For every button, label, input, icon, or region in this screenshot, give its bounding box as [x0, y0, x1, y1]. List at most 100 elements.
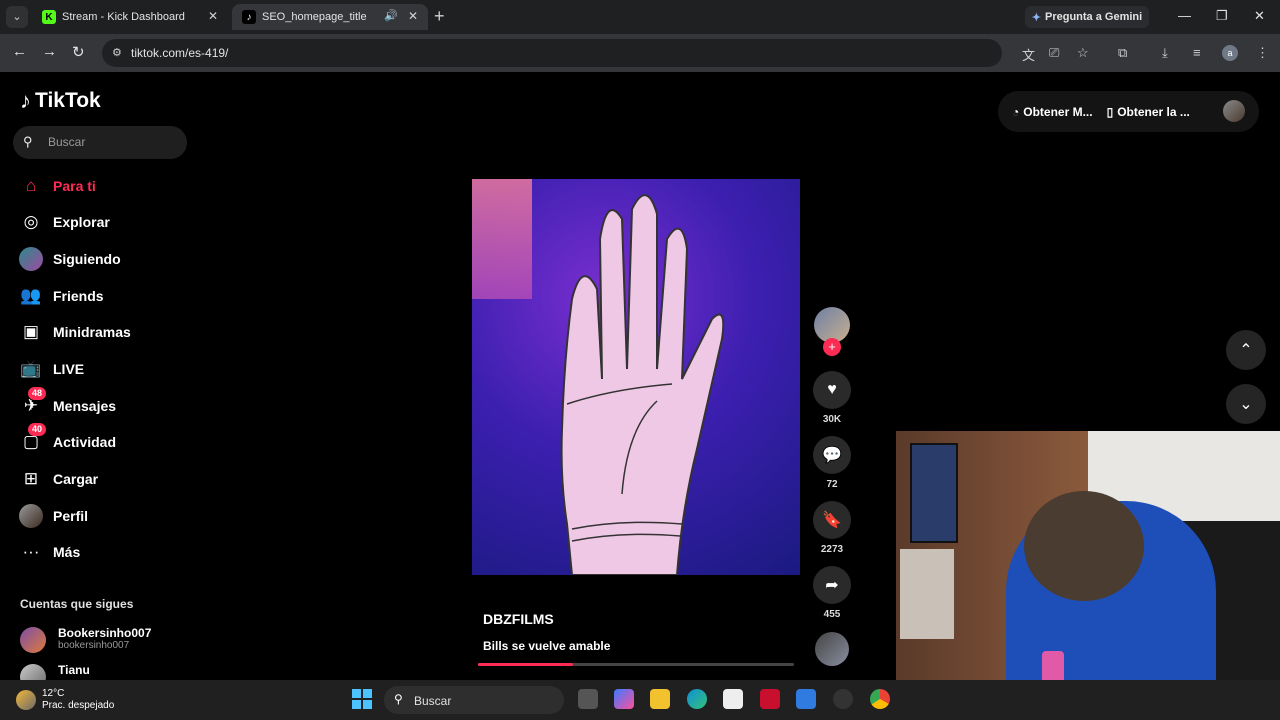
file-explorer-icon[interactable] — [650, 689, 670, 709]
copilot-icon[interactable] — [614, 689, 634, 709]
taskbar-search[interactable]: ⚲ Buscar — [384, 686, 564, 714]
tiktok-favicon-icon: ♪ — [242, 10, 256, 24]
url-text: tiktok.com/es-419/ — [131, 46, 229, 60]
like-count: 30K — [822, 414, 842, 425]
close-tab-icon[interactable]: ✕ — [408, 9, 418, 23]
heart-icon[interactable]: ♥ — [813, 371, 851, 409]
comment-action: 💬 72 — [812, 436, 852, 490]
sidebar-item-actividad[interactable]: ▢ 40 Actividad — [18, 423, 116, 455]
task-view-icon[interactable] — [578, 689, 598, 709]
top-right-actions: ◔ Obtener M... ▯ Obtener la ... — [998, 91, 1259, 132]
gemini-sparkle-icon: ✦ — [1031, 11, 1041, 24]
cast-icon[interactable]: ⎚ — [1049, 45, 1059, 61]
audio-playing-icon[interactable]: 🔊 — [384, 9, 398, 22]
video-progress-fill — [478, 663, 573, 666]
previous-video-button[interactable]: ⌃ — [1226, 330, 1266, 370]
weather-condition: Prac. despejado — [42, 700, 115, 711]
sidebar-item-para-ti[interactable]: ⌂ Para ti — [18, 173, 96, 199]
tab-kick-dashboard[interactable]: K Stream - Kick Dashboard ✕ — [32, 4, 228, 30]
comment-count: 72 — [826, 479, 838, 490]
antivirus-icon[interactable] — [760, 689, 780, 709]
sidebar-item-friends[interactable]: 👥 Friends — [18, 283, 103, 309]
restore-button[interactable]: ❐ — [1216, 8, 1228, 24]
sidebar-item-mas[interactable]: ··· Más — [18, 539, 81, 565]
sidebar-item-explorar[interactable]: ◎ Explorar — [18, 209, 110, 235]
bookmark-icon[interactable]: 🔖 — [813, 501, 851, 539]
weather-widget[interactable]: 12°C Prac. despejado — [16, 688, 114, 712]
activity-icon: ▢ 40 — [18, 423, 47, 455]
kick-favicon-icon: K — [42, 10, 56, 24]
windows-start-icon[interactable] — [352, 689, 372, 709]
mail-icon[interactable] — [796, 689, 816, 709]
search-icon: ⚲ — [394, 692, 403, 706]
weather-icon — [16, 690, 36, 710]
close-tab-icon[interactable]: ✕ — [208, 9, 218, 23]
sidebar-item-siguiendo[interactable]: Siguiendo — [18, 246, 121, 272]
following-account[interactable]: Bookersinho007 bookersinho007 — [20, 626, 151, 653]
sidebar-item-cargar[interactable]: ⊞ Cargar — [18, 466, 98, 492]
new-tab-button[interactable]: + — [434, 6, 445, 27]
browser-profile-avatar[interactable]: a — [1222, 45, 1238, 61]
sidebar-item-perfil[interactable]: Perfil — [18, 503, 88, 529]
minidramas-icon: ▣ — [22, 322, 40, 341]
temperature: 12°C — [42, 688, 65, 699]
sidebar-item-mensajes[interactable]: ✈ 48 Mensajes — [18, 387, 116, 419]
account-name: Bookersinho007 — [58, 626, 152, 640]
search-box[interactable]: ⚲ — [13, 126, 187, 159]
more-icon: ··· — [22, 542, 40, 561]
following-section-title: Cuentas que sigues — [20, 597, 134, 611]
sidebar-item-minidramas[interactable]: ▣ Minidramas — [18, 319, 131, 345]
tab-title: Stream - Kick Dashboard — [62, 11, 185, 23]
messages-icon: ✈ 48 — [18, 387, 47, 419]
music-disc-avatar[interactable] — [815, 632, 849, 666]
user-avatar[interactable] — [1223, 100, 1245, 122]
tiktok-note-icon: ♪ — [20, 88, 31, 113]
browser-toolbar: ← → ↻ ⚙ tiktok.com/es-419/ 文 ⎚ ☆ ⧉ ⤓ ≡ ⋮ — [0, 34, 1280, 72]
webcam-overlay — [896, 431, 1280, 720]
download-icon[interactable]: ⤓ — [1162, 45, 1168, 61]
edge-icon[interactable] — [687, 689, 707, 709]
get-coins-button[interactable]: ◔ Obtener M... — [1012, 105, 1093, 119]
store-icon[interactable] — [723, 689, 743, 709]
next-video-button[interactable]: ⌄ — [1226, 384, 1266, 424]
share-icon[interactable]: ➦ — [813, 566, 851, 604]
home-icon: ⌂ — [25, 176, 37, 195]
tab-tiktok[interactable]: ♪ SEO_homepage_title 🔊 ✕ — [232, 4, 428, 30]
follow-plus-button[interactable]: + — [823, 338, 841, 356]
video-player[interactable] — [472, 179, 800, 575]
video-author[interactable]: DBZFILMS — [483, 611, 554, 627]
windows-taskbar — [0, 680, 1280, 720]
search-input[interactable] — [46, 134, 180, 150]
profile-avatar — [18, 503, 44, 529]
forward-button[interactable]: → — [42, 43, 57, 60]
close-window-button[interactable]: ✕ — [1254, 8, 1265, 24]
tab-search-button[interactable]: ⌄ — [6, 6, 28, 28]
get-app-button[interactable]: ▯ Obtener la ... — [1107, 105, 1190, 119]
sidebar-item-live[interactable]: 📺 LIVE — [18, 356, 84, 382]
tab-title: SEO_homepage_title — [262, 11, 367, 23]
bookmark-star-icon[interactable]: ☆ — [1077, 45, 1089, 61]
minimize-button[interactable]: — — [1178, 8, 1191, 23]
account-name: Tianu — [58, 663, 90, 677]
menu-dots-icon[interactable]: ⋮ — [1256, 45, 1269, 61]
tiktok-logo[interactable]: ♪ TikTok — [20, 88, 101, 114]
address-bar[interactable]: ⚙ tiktok.com/es-419/ — [102, 39, 1002, 67]
coin-icon: ◔ — [1012, 104, 1020, 119]
translate-icon[interactable]: 文 — [1022, 45, 1035, 64]
extensions-icon[interactable]: ⧉ — [1118, 45, 1127, 61]
hand-illustration — [560, 194, 725, 575]
webcam-poster — [910, 443, 958, 543]
back-button[interactable]: ← — [12, 43, 27, 60]
reload-button[interactable]: ↻ — [72, 43, 85, 61]
comment-icon[interactable]: 💬 — [813, 436, 851, 474]
chrome-icon[interactable] — [870, 689, 890, 709]
obs-icon[interactable] — [833, 689, 853, 709]
gemini-button[interactable]: ✦ Pregunta a Gemini — [1025, 6, 1149, 28]
compass-icon: ◎ — [23, 212, 39, 231]
save-action: 🔖 2273 — [812, 501, 852, 555]
webcam-person-head — [1024, 491, 1144, 601]
video-progress-bar[interactable] — [478, 663, 794, 666]
friends-icon: 👥 — [20, 286, 42, 305]
media-control-icon[interactable]: ≡ — [1193, 45, 1201, 60]
site-info-icon[interactable]: ⚙ — [112, 46, 122, 59]
